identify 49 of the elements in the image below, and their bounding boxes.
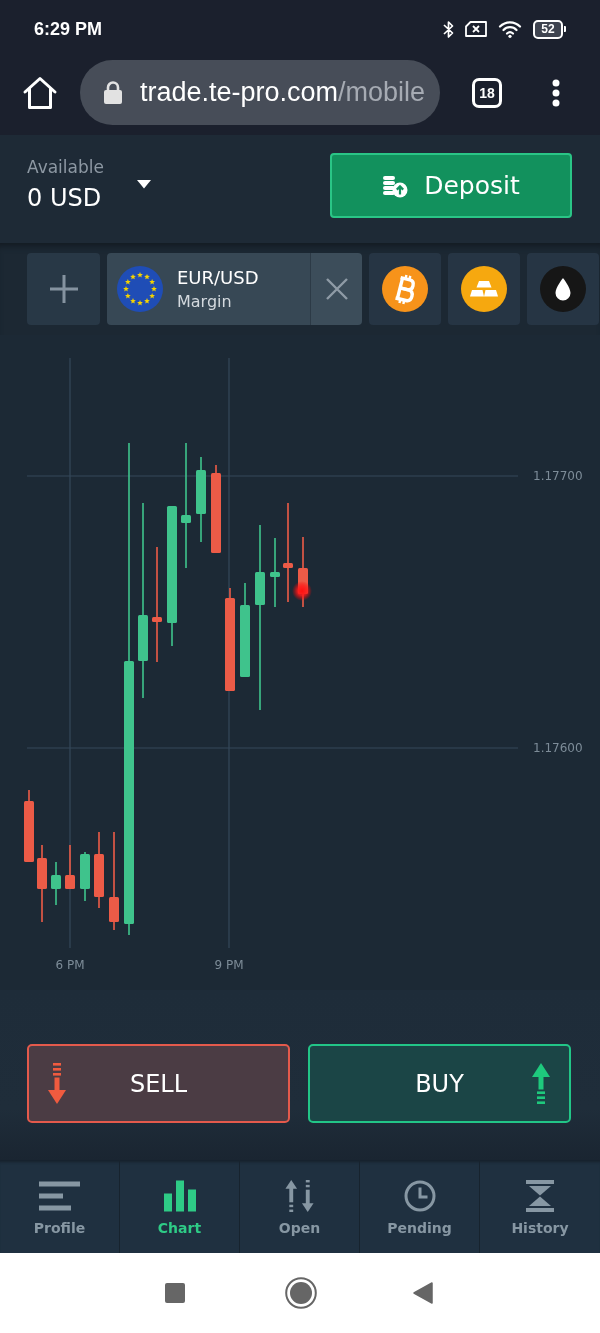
bar-chart-icon (163, 1180, 196, 1212)
menu-icon[interactable] (552, 78, 560, 107)
back-icon[interactable] (413, 1282, 433, 1304)
bitcoin-icon (382, 266, 428, 312)
up-arrow-icon (532, 1063, 550, 1104)
deposit-button[interactable]: Deposit (330, 153, 572, 218)
instrument-tab[interactable] (448, 253, 520, 325)
candle (51, 862, 61, 905)
address-bar[interactable]: trade.te-pro.com/mobile (80, 60, 440, 125)
price-label: 1.17600 (533, 741, 583, 755)
instrument-tab[interactable] (527, 253, 599, 325)
down-arrow-icon (48, 1063, 66, 1104)
caret-icon[interactable] (136, 180, 151, 189)
balance-value: 0 USD (27, 183, 103, 213)
coins-icon (382, 173, 409, 198)
buy-button[interactable]: BUY (308, 1044, 571, 1123)
lock-icon (104, 81, 122, 104)
candle (65, 845, 75, 889)
live-price-marker (292, 581, 312, 601)
hourglass-icon (526, 1180, 554, 1212)
lines-icon (39, 1180, 80, 1212)
close-tab-button[interactable] (310, 253, 362, 325)
home-button-icon[interactable] (285, 1277, 317, 1309)
wifi-icon (498, 20, 522, 38)
up-down-arrows-icon (285, 1180, 314, 1212)
clock-icon (403, 1180, 436, 1212)
add-instrument-button[interactable] (27, 253, 100, 325)
oil-drop-icon (540, 266, 586, 312)
eu-flag-icon (117, 266, 163, 312)
home-icon[interactable] (22, 75, 58, 110)
candle (80, 852, 90, 901)
nav-tab[interactable]: History (480, 1160, 600, 1253)
instrument-tab[interactable] (369, 253, 441, 325)
candle (24, 790, 34, 862)
bluetooth-icon (443, 19, 454, 39)
time-label: 6 PM (55, 958, 85, 972)
instrument-tab[interactable]: EUR/USD Margin (107, 253, 310, 325)
plus-icon (49, 275, 78, 303)
battery-indicator: 52 (533, 19, 566, 39)
candle (270, 538, 280, 607)
tab-count-button[interactable]: 18 (472, 77, 502, 108)
sell-button[interactable]: SELL (27, 1044, 290, 1123)
time-label: 9 PM (214, 958, 244, 972)
close-icon (325, 278, 348, 300)
price-label: 1.17700 (533, 469, 583, 483)
status-time: 6:29 PM (34, 18, 103, 40)
balance-label: Available (27, 156, 104, 178)
ingot-stack-icon (461, 266, 507, 312)
sim-card-icon (465, 21, 487, 37)
